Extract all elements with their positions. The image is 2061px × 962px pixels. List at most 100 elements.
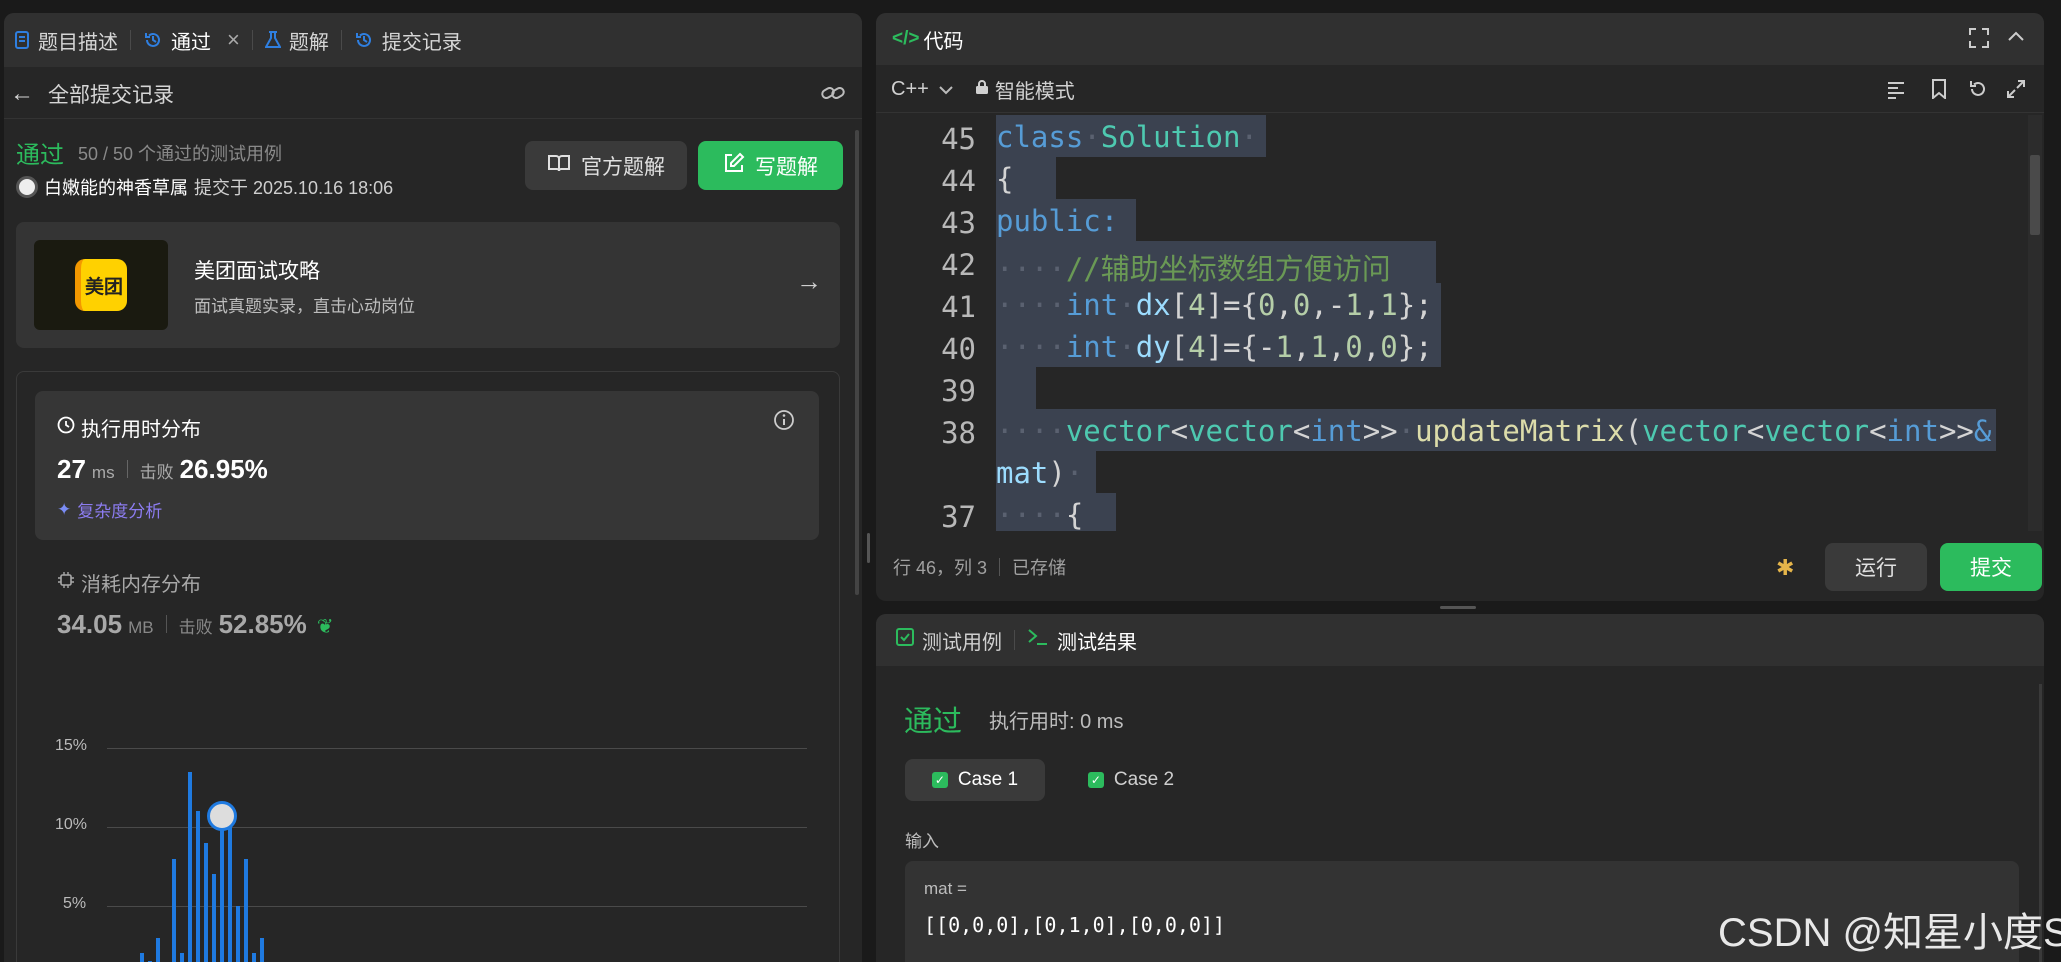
runtime-unit: ms [91, 463, 115, 482]
ytick-5: 5% [63, 895, 87, 912]
link-icon[interactable] [820, 81, 846, 111]
tab-test-result[interactable]: 测试结果 [1027, 614, 1137, 666]
checkbox-icon [896, 628, 914, 652]
submit-button[interactable]: 提交 [1940, 543, 2042, 591]
official-solution-button[interactable]: 官方题解 [525, 141, 687, 190]
code-title-bar: </> 代码 [876, 13, 2044, 65]
chart-bar [196, 811, 200, 962]
user-row: 白嫩能的神香草属 提交于 2025.10.16 18:06 [16, 174, 393, 200]
runtime-stats: 27 ms 击败 26.95% [57, 454, 268, 485]
memory-beats: 52.85% [218, 609, 307, 639]
bookmark-icon[interactable] [1930, 79, 1948, 105]
tab-testcases[interactable]: 测试用例 [896, 614, 1002, 666]
code-editor[interactable]: 45 44 43 42 41 40 39 38 37 class·Solutio… [876, 115, 2026, 531]
line-number: 39 [941, 374, 976, 408]
case-2-label: Case 2 [1113, 769, 1175, 790]
chart-bar [156, 938, 160, 962]
avatar[interactable] [16, 176, 38, 198]
input-label: 输入 [905, 832, 939, 851]
memory-beats-label: 击败 [178, 618, 213, 637]
line-number: 38 [941, 416, 976, 450]
runtime-value: 27 [57, 454, 86, 484]
ytick-15: 15% [55, 737, 88, 754]
official-solution-label: 官方题解 [581, 155, 665, 179]
memory-title: 消耗内存分布 [81, 574, 201, 596]
tab-solutions[interactable]: 题解 [264, 13, 329, 67]
run-button[interactable]: 运行 [1825, 543, 1927, 591]
tab-test-result-label: 测试结果 [1057, 631, 1137, 654]
user-marker-avatar[interactable] [207, 801, 237, 831]
promo-card[interactable]: 美团 美团面试攻略 面试真题实录，直击心动岗位 → [16, 222, 840, 348]
resize-handle[interactable] [1440, 606, 1476, 609]
complexity-link[interactable]: ✦ 复杂度分析 [57, 497, 162, 522]
left-scrollbar[interactable] [855, 130, 859, 595]
chevron-down-icon [939, 78, 953, 101]
case-2-tab[interactable]: ✓ Case 2 [1061, 759, 1201, 801]
write-solution-button[interactable]: 写题解 [698, 141, 843, 190]
selection-highlight [996, 367, 1036, 409]
scroll-thumb[interactable] [2030, 155, 2040, 235]
chart-bar [172, 859, 176, 962]
format-icon[interactable] [1886, 79, 1906, 105]
chart-bar [212, 874, 216, 962]
history-icon [143, 30, 163, 50]
watermark: CSDN @知星小度S [1718, 911, 2061, 955]
editor-scrollbar[interactable] [2028, 115, 2042, 531]
stat-divider [126, 460, 128, 478]
input-var-name: mat = [924, 879, 967, 898]
check-icon: ✓ [931, 772, 948, 788]
chart-bars [117, 737, 317, 962]
test-runtime: 执行用时: 0 ms [989, 711, 1124, 733]
line-number: 42 [941, 248, 976, 282]
complexity-label: 复杂度分析 [77, 502, 163, 521]
test-tab-bar: 测试用例 测试结果 [876, 614, 2044, 666]
memory-section[interactable]: 消耗内存分布 34.05 MB 击败 52.85% ❦ [57, 568, 817, 658]
reset-icon[interactable] [1968, 79, 1988, 105]
smart-mode-label: 智能模式 [994, 81, 1075, 103]
status-divider [999, 558, 1001, 576]
user-name[interactable]: 白嫩能的神香草属 [44, 174, 188, 200]
expand-icon[interactable] [2006, 79, 2026, 105]
input-var-value: [[0,0,0],[0,1,0],[0,0,0]] [924, 913, 1226, 937]
run-label: 运行 [1855, 557, 1897, 580]
tab-description-label: 题目描述 [38, 31, 118, 54]
close-icon[interactable]: × [227, 27, 240, 53]
tab-solutions-label: 题解 [288, 31, 329, 54]
line-number: 40 [941, 332, 976, 366]
tab-accepted[interactable]: 通过 × [143, 13, 240, 67]
line-number: 37 [941, 500, 976, 531]
history-icon [354, 30, 374, 50]
arrow-right-icon[interactable]: → [796, 266, 822, 297]
runtime-beats: 26.95% [179, 454, 268, 484]
fullscreen-icon[interactable] [1968, 27, 1990, 55]
resize-handle[interactable] [867, 533, 870, 563]
tab-submissions[interactable]: 提交记录 [354, 13, 462, 67]
code-line: mat)· [996, 456, 1084, 490]
back-row[interactable]: ← 全部提交记录 [4, 69, 862, 119]
runtime-header: 执行用时分布 [57, 413, 201, 442]
stats-container: 执行用时分布 27 ms 击败 26.95% ✦ 复杂度分析 消耗内存分布 34… [16, 371, 840, 962]
clock-icon [57, 416, 75, 440]
runtime-chart[interactable]: 15% 10% 5% [17, 737, 817, 962]
tab-testcases-label: 测试用例 [922, 631, 1002, 654]
chart-bar [204, 843, 208, 962]
tab-description[interactable]: 题目描述 [14, 13, 118, 67]
debug-icon[interactable]: ✱ [1776, 555, 1794, 581]
language-select[interactable]: C++ [891, 78, 953, 101]
submit-label: 提交 [1970, 557, 2012, 580]
line-number: 43 [941, 206, 976, 240]
chart-bar [188, 772, 192, 962]
info-icon[interactable] [773, 409, 795, 436]
submit-time: 提交于 2025.10.16 18:06 [194, 178, 394, 198]
arrow-left-icon[interactable]: ← [10, 80, 34, 108]
line-number: 45 [941, 122, 976, 156]
chevron-up-icon[interactable] [2006, 27, 2026, 53]
code-panel: </> 代码 C++ 智能模式 45 44 43 42 41 40 39 38 … [876, 13, 2044, 601]
runtime-card[interactable]: 执行用时分布 27 ms 击败 26.95% ✦ 复杂度分析 [35, 391, 819, 540]
chart-bar [220, 819, 224, 962]
case-1-tab[interactable]: ✓ Case 1 [905, 759, 1045, 801]
left-panel: 题目描述 通过 × 题解 提交记录 ← 全部提交记录 通过 50 / 50 个通… [4, 13, 862, 962]
chart-bar [180, 953, 184, 962]
smart-mode[interactable]: 智能模式 [975, 75, 1075, 104]
tab-divider [130, 30, 131, 50]
